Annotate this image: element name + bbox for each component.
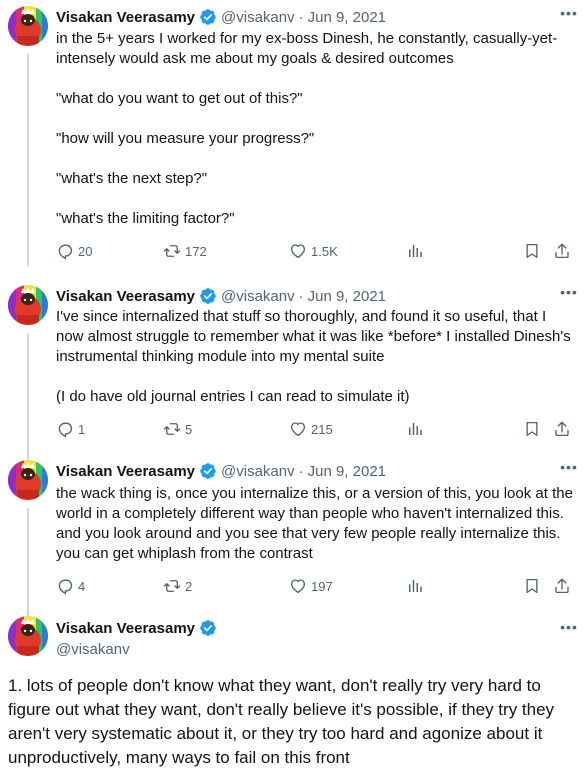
author-name[interactable]: Visakan Veerasamy <box>56 620 195 637</box>
share-button[interactable] <box>553 241 575 261</box>
tweet-paragraph: "what do you want to get out of this?" <box>56 90 303 107</box>
reply-button[interactable]: 1 <box>56 419 85 439</box>
retweet-count: 172 <box>185 243 207 259</box>
retweet-count: 5 <box>185 421 193 437</box>
share-icon <box>553 420 571 438</box>
tweet[interactable]: Visakan Veerasamy @visakanv · Jun 9, 202… <box>0 6 587 266</box>
tweet-date[interactable]: Jun 9, 2021 <box>308 9 386 26</box>
views-icon <box>406 420 424 438</box>
avatar[interactable] <box>8 460 48 500</box>
tweet-header: Visakan Veerasamy @visakanv <box>56 618 221 660</box>
share-icon <box>553 577 571 595</box>
tweet-paragraph: I've since internalized that stuff so th… <box>56 308 571 365</box>
views-button[interactable] <box>406 419 428 439</box>
heart-icon <box>289 420 307 438</box>
thread-connector <box>27 54 29 266</box>
action-bar: 20 172 1.5K <box>56 241 577 261</box>
reply-icon <box>56 420 74 438</box>
author-handle[interactable]: @visakanv <box>221 288 295 305</box>
retweet-button[interactable]: 5 <box>163 419 192 439</box>
tweet-paragraph: "what's the next step?" <box>56 170 208 187</box>
separator-dot: · <box>298 8 304 26</box>
tweet-paragraph: "what's the limiting factor?" <box>56 210 235 227</box>
views-icon <box>406 577 424 595</box>
bookmark-icon <box>523 420 541 438</box>
share-button[interactable] <box>553 576 575 596</box>
verified-badge-icon <box>199 462 217 480</box>
action-bar: 4 2 197 <box>56 576 577 596</box>
retweet-button[interactable]: 2 <box>163 576 192 596</box>
retweet-count: 2 <box>185 578 193 594</box>
author-handle[interactable]: @visakanv <box>56 640 221 660</box>
tweet-date[interactable]: Jun 9, 2021 <box>308 288 386 305</box>
reply-count: 1 <box>78 421 86 437</box>
views-button[interactable] <box>406 576 428 596</box>
tweet[interactable]: Visakan Veerasamy @visakanv · Jun 9, 202… <box>0 285 587 465</box>
retweet-button[interactable]: 172 <box>163 241 207 261</box>
more-icon[interactable]: ••• <box>559 285 579 305</box>
like-button[interactable]: 197 <box>289 576 333 596</box>
reply-button[interactable]: 20 <box>56 241 92 261</box>
tweet-header: Visakan Veerasamy @visakanv · Jun 9, 202… <box>56 285 553 307</box>
author-name[interactable]: Visakan Veerasamy <box>56 463 195 480</box>
bookmark-icon <box>523 242 541 260</box>
tweet[interactable]: Visakan Veerasamy @visakanv · Jun 9, 202… <box>0 460 587 620</box>
main-tweet[interactable]: Visakan Veerasamy @visakanv ••• 1. lots … <box>0 616 587 782</box>
tweet-paragraph: the wack thing is, once you internalize … <box>56 485 573 562</box>
share-icon <box>553 242 571 260</box>
reply-button[interactable]: 4 <box>56 576 85 596</box>
reply-count: 4 <box>78 578 86 594</box>
tweet-text: in the 5+ years I worked for my ex-boss … <box>56 29 577 229</box>
heart-icon <box>289 577 307 595</box>
bookmark-button[interactable] <box>523 419 545 439</box>
more-icon[interactable]: ••• <box>559 460 579 480</box>
action-bar: 1 5 215 <box>56 419 577 439</box>
separator-dot: · <box>298 287 304 305</box>
separator-dot: · <box>298 462 304 480</box>
author-handle[interactable]: @visakanv <box>221 9 295 26</box>
reply-icon <box>56 242 74 260</box>
avatar[interactable] <box>8 285 48 325</box>
reply-icon <box>56 577 74 595</box>
tweet-paragraph: "how will you measure your progress?" <box>56 130 315 147</box>
like-button[interactable]: 215 <box>289 419 333 439</box>
author-row: Visakan Veerasamy <box>56 618 221 638</box>
retweet-icon <box>163 242 181 260</box>
views-icon <box>406 242 424 260</box>
bookmark-icon <box>523 577 541 595</box>
tweet-text: the wack thing is, once you internalize … <box>56 484 577 564</box>
more-icon[interactable]: ••• <box>559 6 579 26</box>
tweet-header: Visakan Veerasamy @visakanv · Jun 9, 202… <box>56 460 553 482</box>
views-button[interactable] <box>406 241 428 261</box>
like-button[interactable]: 1.5K <box>289 241 338 261</box>
bookmark-button[interactable] <box>523 241 545 261</box>
avatar[interactable] <box>8 616 48 656</box>
tweet-date[interactable]: Jun 9, 2021 <box>308 463 386 480</box>
author-name[interactable]: Visakan Veerasamy <box>56 288 195 305</box>
tweet-paragraph: in the 5+ years I worked for my ex-boss … <box>56 30 558 67</box>
reply-count: 20 <box>78 243 93 259</box>
bookmark-button[interactable] <box>523 576 545 596</box>
like-count: 197 <box>311 578 333 594</box>
like-count: 1.5K <box>311 243 338 259</box>
share-button[interactable] <box>553 419 575 439</box>
avatar[interactable] <box>8 6 48 46</box>
retweet-icon <box>163 577 181 595</box>
verified-badge-icon <box>199 287 217 305</box>
tweet-paragraph: (I do have old journal entries I can rea… <box>56 388 410 405</box>
tweet-text: I've since internalized that stuff so th… <box>56 307 577 407</box>
like-count: 215 <box>311 421 333 437</box>
author-name[interactable]: Visakan Veerasamy <box>56 9 195 26</box>
verified-badge-icon <box>199 8 217 26</box>
retweet-icon <box>163 420 181 438</box>
heart-icon <box>289 242 307 260</box>
thread-connector <box>27 508 29 620</box>
thread-connector <box>27 333 29 465</box>
verified-badge-icon <box>199 619 217 637</box>
tweet-header: Visakan Veerasamy @visakanv · Jun 9, 202… <box>56 6 553 28</box>
tweet-text: 1. lots of people don't know what they w… <box>8 676 555 767</box>
more-icon[interactable]: ••• <box>559 620 579 640</box>
author-handle[interactable]: @visakanv <box>221 463 295 480</box>
